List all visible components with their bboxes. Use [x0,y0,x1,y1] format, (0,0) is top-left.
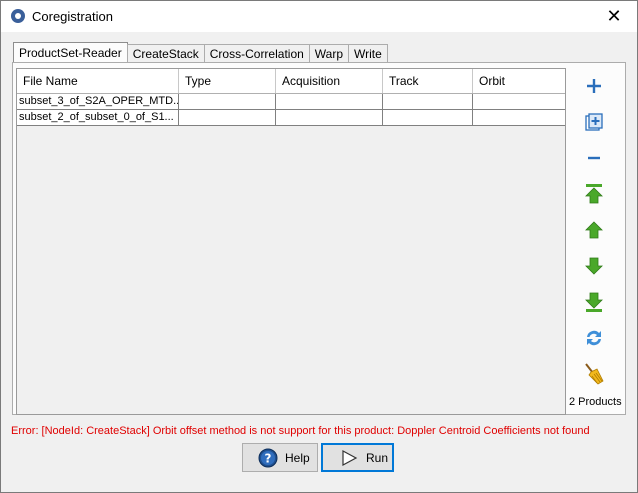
svg-text:?: ? [265,451,272,465]
add-opened-icon[interactable] [580,108,608,136]
cell-acquisition[interactable] [276,110,383,125]
tab-productset-reader[interactable]: ProductSet-Reader [13,42,128,64]
error-message: Error: [NodeId: CreateStack] Orbit offse… [11,425,590,437]
refresh-icon[interactable] [580,324,608,352]
cell-track[interactable] [383,110,473,125]
run-button[interactable]: Run [321,443,394,472]
play-icon [338,447,360,469]
run-label: Run [366,450,389,465]
close-button[interactable]: ✕ [591,1,637,32]
tab-cross-correlation[interactable]: Cross-Correlation [203,44,310,64]
column-header-acquisition[interactable]: Acquisition [276,69,383,93]
tab-bar: ProductSet-Reader CreateStack Cross-Corr… [13,42,388,64]
product-table[interactable]: File Name Type Acquisition Track Orbit s… [16,68,566,415]
move-top-icon[interactable] [580,180,608,208]
cell-orbit[interactable] [473,94,565,109]
table-header: File Name Type Acquisition Track Orbit [17,69,565,94]
add-icon[interactable] [580,72,608,100]
help-button[interactable]: ? Help [242,443,318,472]
cell-type[interactable] [179,110,276,125]
tab-warp[interactable]: Warp [308,44,350,64]
column-header-file-name[interactable]: File Name [17,69,179,93]
cell-track[interactable] [383,94,473,109]
tab-write[interactable]: Write [348,44,388,64]
cell-acquisition[interactable] [276,94,383,109]
title-bar: Coregistration ✕ [1,1,637,32]
remove-icon[interactable] [580,144,608,172]
table-row[interactable]: subset_3_of_S2A_OPER_MTD... [17,94,565,110]
help-label: Help [285,450,310,465]
cell-orbit[interactable] [473,110,565,125]
move-up-icon[interactable] [580,216,608,244]
cell-file-name[interactable]: subset_3_of_S2A_OPER_MTD... [17,94,179,109]
help-icon: ? [257,447,279,469]
move-down-icon[interactable] [580,252,608,280]
window-title: Coregistration [32,9,113,24]
tab-createstack[interactable]: CreateStack [126,44,205,64]
app-icon [11,9,25,23]
product-count-label: 2 Products [569,396,622,408]
cell-file-name[interactable]: subset_2_of_subset_0_of_S1... [17,110,179,125]
clear-icon[interactable] [580,360,608,388]
column-header-orbit[interactable]: Orbit [473,69,565,93]
column-header-type[interactable]: Type [179,69,276,93]
table-row[interactable]: subset_2_of_subset_0_of_S1... [17,110,565,126]
move-bottom-icon[interactable] [580,288,608,316]
column-header-track[interactable]: Track [383,69,473,93]
cell-type[interactable] [179,94,276,109]
